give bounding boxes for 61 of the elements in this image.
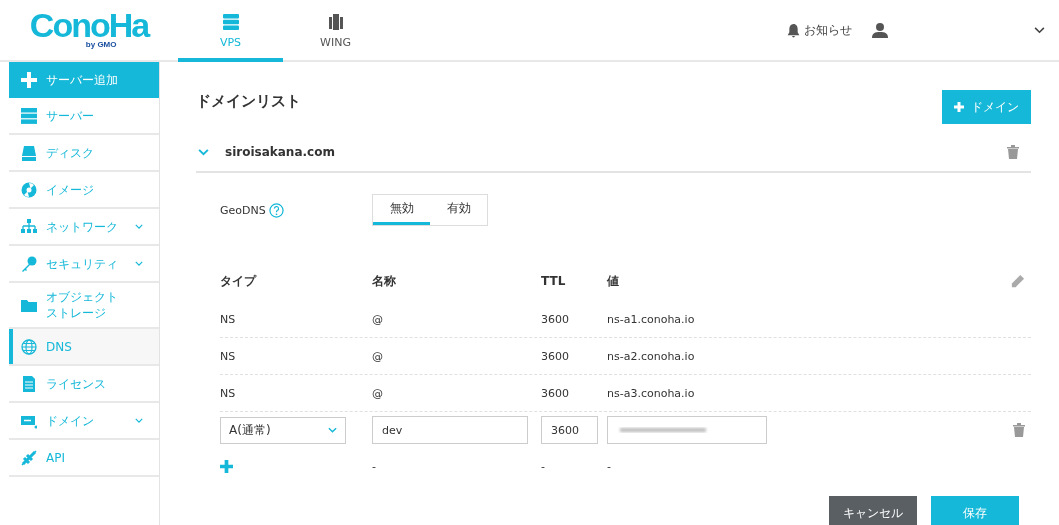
bell-icon	[787, 22, 800, 38]
value-field[interactable]	[607, 416, 767, 444]
save-button[interactable]: 保存	[931, 496, 1019, 525]
logo-text: ConoHa	[29, 11, 149, 40]
trash-icon[interactable]	[1013, 423, 1025, 437]
logo-subtext: by GMO	[85, 39, 117, 49]
field-label: GeoDNS	[220, 203, 266, 217]
disc-icon	[21, 181, 37, 198]
type-select[interactable]: A(通常)	[220, 416, 346, 444]
chevron-down-icon	[328, 427, 337, 433]
table-cell-text: ns-a3.conoha.io	[607, 386, 696, 400]
globe-icon	[21, 338, 37, 355]
name-field[interactable]: dev	[372, 416, 528, 444]
trash-icon[interactable]	[1007, 145, 1019, 159]
sidebar-item[interactable]: DNS	[9, 329, 159, 366]
sidebar-item[interactable]: サーバー追加	[9, 62, 159, 98]
chevron-down-icon	[135, 261, 143, 266]
help-icon[interactable]	[268, 202, 284, 218]
network-icon	[21, 218, 37, 235]
chevron-down-icon	[135, 224, 143, 229]
table-cell-text: 3600	[541, 349, 570, 363]
chevron-down-icon[interactable]	[1034, 26, 1045, 34]
table-cell-text: ns-a1.conoha.io	[607, 312, 696, 326]
server-icon	[222, 13, 239, 30]
table-cell-text: @	[372, 312, 384, 326]
table-cell-text: -	[372, 459, 377, 473]
chevron-down-icon	[135, 418, 143, 423]
table-cell-text: -	[541, 459, 546, 473]
column-header: 名称	[372, 272, 397, 290]
domain-name: siroisakana.com	[225, 145, 336, 159]
ttl-field[interactable]: 3600	[541, 416, 598, 444]
table-cell-text: 3600	[541, 312, 570, 326]
column-header: 値	[607, 272, 620, 290]
nav-tab[interactable]: VPS	[178, 0, 283, 62]
disk-icon	[21, 144, 37, 161]
notifications-link[interactable]: お知らせ	[787, 21, 852, 39]
user-icon[interactable]	[872, 22, 888, 38]
table-cell-text: 3600	[541, 386, 570, 400]
plus-icon[interactable]	[220, 459, 233, 473]
nav-tab[interactable]: WING	[283, 0, 388, 62]
table-cell-text: @	[372, 349, 384, 363]
server-icon	[21, 107, 37, 124]
column-header: TTL	[541, 274, 567, 288]
cancel-button[interactable]: キャンセル	[829, 496, 917, 525]
building-icon	[327, 13, 344, 30]
page-title: ドメインリスト	[196, 91, 301, 111]
table-cell-text: NS	[220, 349, 237, 363]
plug-icon	[21, 449, 37, 466]
column-header: タイプ	[220, 272, 258, 290]
folder-icon	[21, 297, 37, 313]
table-cell-text: NS	[220, 312, 237, 326]
document-icon	[21, 375, 37, 392]
pencil-icon[interactable]	[1010, 273, 1025, 289]
add-domain-button[interactable]: ドメイン	[942, 90, 1031, 124]
plus-icon	[954, 102, 964, 112]
table-cell-text: ns-a2.conoha.io	[607, 349, 696, 363]
plus-icon	[21, 72, 37, 88]
key-icon	[21, 255, 37, 272]
table-cell-text: NS	[220, 386, 237, 400]
table-cell-text: @	[372, 386, 384, 400]
table-cell-text: -	[607, 459, 612, 473]
